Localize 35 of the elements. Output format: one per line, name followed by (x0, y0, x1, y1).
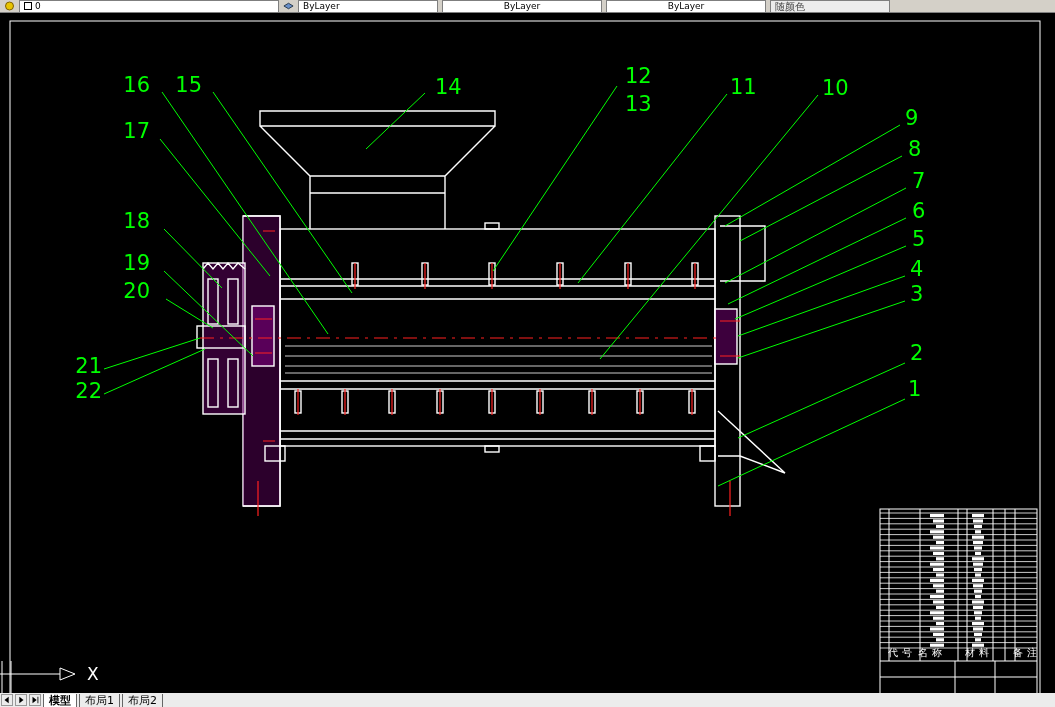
part-number: 16 (123, 73, 150, 97)
table-header: 备 注 (1013, 647, 1037, 658)
part-number: 19 (123, 251, 150, 275)
part-number: 2 (910, 341, 924, 365)
color-dropdown[interactable]: ByLayer (298, 0, 438, 13)
part-number: 15 (175, 73, 202, 97)
linetype-dropdown[interactable]: ByLayer (442, 0, 602, 13)
axis-label: X (87, 664, 99, 684)
part-number: 4 (910, 257, 924, 281)
part-number: 11 (730, 75, 757, 99)
part-number: 6 (912, 199, 926, 223)
part-number: 17 (123, 119, 150, 143)
part-number: 5 (912, 227, 926, 251)
table-header: 材 料 (965, 647, 989, 658)
layout-tab[interactable]: 模型 (43, 693, 77, 707)
part-number: 21 (75, 354, 102, 378)
layout-tab[interactable]: 布局1 (79, 693, 120, 707)
part-number: 10 (822, 76, 849, 100)
table-header: 代 号 (888, 647, 912, 658)
layout-tab[interactable]: 布局2 (122, 693, 163, 707)
part-number: 1 (908, 377, 922, 401)
lineweight-dropdown[interactable]: ByLayer (606, 0, 766, 13)
part-number: 7 (912, 169, 926, 193)
table-header: 名 称 (918, 647, 942, 658)
part-number: 3 (910, 282, 924, 306)
part-number: 12 (625, 64, 652, 88)
part-number: 14 (435, 75, 462, 99)
plot-style-dropdown[interactable]: 随颜色 (770, 0, 890, 13)
layer-dropdown[interactable]: 0 (19, 0, 279, 13)
part-number: 9 (905, 106, 919, 130)
part-number: 13 (625, 92, 652, 116)
part-number: 8 (908, 137, 922, 161)
part-number: 18 (123, 209, 150, 233)
part-number: 20 (123, 279, 150, 303)
part-number: 22 (75, 379, 102, 403)
